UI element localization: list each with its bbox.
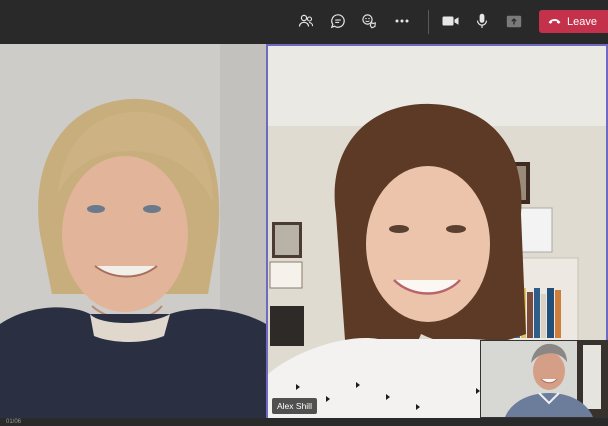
reactions-icon[interactable] [355, 8, 383, 34]
more-options-icon[interactable] [388, 8, 416, 34]
page-indicator: 01/06 [6, 419, 22, 425]
meeting-toolbar: Leave [0, 0, 608, 44]
people-icon[interactable] [292, 8, 320, 34]
leave-button-label: Leave [567, 15, 597, 28]
leave-button[interactable]: Leave [539, 10, 608, 33]
bottom-strip [0, 418, 608, 426]
toolbar-divider [428, 10, 429, 34]
self-view-video-tile[interactable] [480, 340, 608, 418]
chat-icon[interactable] [324, 8, 352, 34]
participant-video-tile[interactable] [0, 44, 266, 418]
share-screen-icon[interactable] [500, 8, 528, 34]
microphone-icon[interactable] [468, 8, 496, 34]
participant-name-tag: Alex Shill [272, 398, 317, 414]
self-view-video [481, 341, 607, 417]
hang-up-icon [548, 19, 561, 24]
camera-icon[interactable] [436, 8, 464, 34]
participant-video [0, 44, 266, 418]
